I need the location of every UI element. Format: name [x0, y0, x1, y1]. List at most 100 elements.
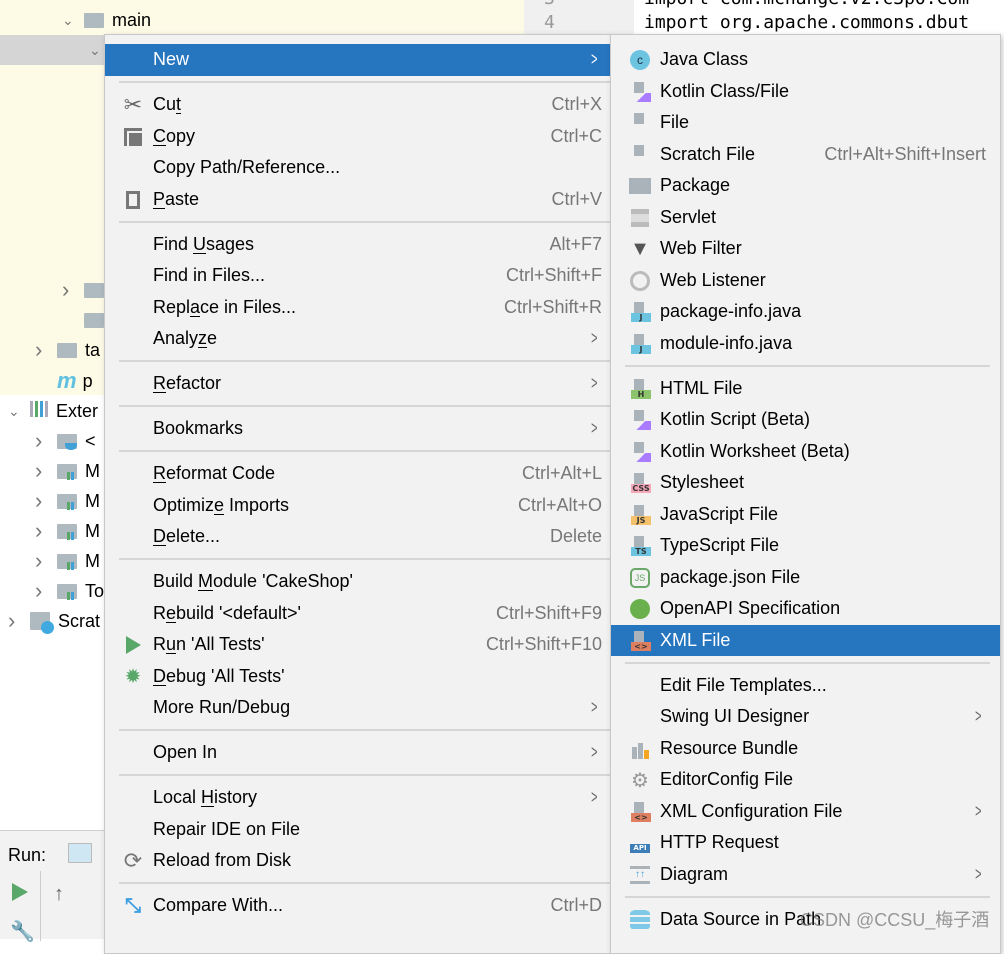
menu-item-bookmarks[interactable]: Bookmarks >: [105, 413, 610, 445]
chevron-right-icon[interactable]: ›: [35, 488, 57, 514]
menu-item-swing-ui-designer[interactable]: Swing UI Designer >: [611, 701, 1000, 733]
menu-item-web-listener[interactable]: Web Listener: [611, 265, 1000, 297]
chevron-right-icon[interactable]: ›: [8, 608, 30, 634]
menu-item-local-history[interactable]: Local History >: [105, 782, 610, 814]
chevron-down-icon[interactable]: ⌄: [8, 403, 30, 420]
chevron-right-icon[interactable]: ›: [35, 578, 57, 604]
menu-item-stylesheet[interactable]: CSS Stylesheet: [611, 467, 1000, 499]
menu-item-package-json-file[interactable]: JS package.json File: [611, 562, 1000, 594]
menu-item-resource-bundle[interactable]: Resource Bundle: [611, 733, 1000, 765]
menu-item-label: JavaScript File: [660, 503, 779, 524]
tree-row-label: To: [85, 580, 105, 601]
tree-row-label: M: [85, 460, 100, 481]
chevron-down-icon[interactable]: ⌄: [62, 12, 84, 29]
menu-item-package[interactable]: Package: [611, 170, 1000, 202]
wrench-icon[interactable]: 🔧: [10, 919, 35, 944]
paste-icon: [121, 188, 145, 212]
tree-row-label: p: [82, 370, 93, 391]
chevron-right-icon[interactable]: ›: [35, 548, 57, 574]
menu-item-delete[interactable]: Delete... Delete: [105, 521, 610, 553]
xml-file-icon: <>: [628, 800, 652, 824]
code-line[interactable]: import com.mchange.v2.c3p0.Com: [644, 0, 969, 9]
tree-row-label: M: [85, 520, 100, 541]
menu-item-editorconfig-file[interactable]: ⚙ EditorConfig File: [611, 764, 1000, 796]
menu-item-build-module-cakeshop[interactable]: Build Module 'CakeShop': [105, 566, 610, 598]
menu-separator: [119, 220, 610, 223]
html-file-icon: H: [628, 377, 652, 401]
menu-item-edit-file-templates[interactable]: Edit File Templates...: [611, 670, 1000, 702]
menu-item-new[interactable]: New >: [105, 44, 610, 76]
layout-icon[interactable]: [68, 843, 92, 863]
menu-item-http-request[interactable]: API HTTP Request: [611, 827, 1000, 859]
menu-item-analyze[interactable]: Analyze >: [105, 323, 610, 355]
menu-item-xml-configuration-file[interactable]: <> XML Configuration File >: [611, 796, 1000, 828]
java-file-icon: J: [628, 332, 652, 356]
menu-item-copy[interactable]: Copy Ctrl+C: [105, 121, 610, 153]
menu-item-reload-from-disk[interactable]: ⟳ Reload from Disk: [105, 845, 610, 877]
tree-row-label: M: [85, 550, 100, 571]
menu-item-refactor[interactable]: Refactor >: [105, 368, 610, 400]
tree-row[interactable]: › ta: [35, 335, 100, 365]
menu-item-compare-with[interactable]: ⤡ Compare With... Ctrl+D: [105, 890, 610, 922]
menu-item-find-in-files[interactable]: Find in Files... Ctrl+Shift+F: [105, 260, 610, 292]
menu-item-label: Optimize Imports: [153, 494, 290, 515]
tree-row[interactable]: › M: [35, 456, 100, 486]
menu-item-xml-file[interactable]: <> XML File: [611, 624, 1000, 656]
menu-item-html-file[interactable]: H HTML File: [611, 373, 1000, 405]
menu-item-javascript-file[interactable]: JS JavaScript File: [611, 499, 1000, 531]
menu-item-file[interactable]: File: [611, 107, 1000, 139]
chevron-right-icon[interactable]: ›: [35, 458, 57, 484]
chevron-right-icon[interactable]: ›: [35, 518, 57, 544]
api-icon: API: [628, 831, 652, 855]
tree-row[interactable]: › M: [35, 516, 100, 546]
menu-item-scratch-file[interactable]: Scratch File Ctrl+Alt+Shift+Insert: [611, 139, 1000, 171]
chevron-right-icon[interactable]: ›: [35, 428, 57, 454]
menu-item-paste[interactable]: Paste Ctrl+V: [105, 184, 610, 216]
menu-item-optimize-imports[interactable]: Optimize Imports Ctrl+Alt+O: [105, 490, 610, 522]
tree-row[interactable]: ⌄ main: [62, 5, 151, 35]
tree-row[interactable]: › <: [35, 426, 96, 456]
run-icon: [121, 633, 145, 657]
menu-item-copy-path-reference[interactable]: Copy Path/Reference...: [105, 152, 610, 184]
menu-item-diagram[interactable]: ↑↑ Diagram >: [611, 859, 1000, 891]
menu-item-module-info-java[interactable]: Jmodule-info.java: [611, 328, 1000, 360]
menu-item-web-filter[interactable]: ▼ Web Filter: [611, 233, 1000, 265]
menu-item-more-run-debug[interactable]: More Run/Debug >: [105, 692, 610, 724]
menu-item-servlet[interactable]: Servlet: [611, 202, 1000, 234]
tree-row[interactable]: › To: [35, 576, 104, 606]
menu-item-openapi-specification[interactable]: OpenAPI Specification: [611, 593, 1000, 625]
tree-row-label: ta: [85, 339, 101, 360]
menu-item-rebuild-default[interactable]: Rebuild '<default>' Ctrl+Shift+F9: [105, 598, 610, 630]
tree-row[interactable]: › Scrat: [8, 606, 100, 636]
menu-item-package-info-java[interactable]: Jpackage-info.java: [611, 296, 1000, 328]
tree-row[interactable]: › M: [35, 486, 100, 516]
code-line[interactable]: import org.apache.commons.dbut: [644, 12, 969, 33]
menu-item-find-usages[interactable]: Find Usages Alt+F7: [105, 229, 610, 261]
chevron-right-icon[interactable]: ›: [62, 277, 84, 303]
menu-item-replace-in-files[interactable]: Replace in Files... Ctrl+Shift+R: [105, 292, 610, 324]
debug-icon: ✹: [124, 666, 142, 688]
arrow-up-icon[interactable]: ↑: [54, 883, 64, 906]
menu-item-java-class[interactable]: c Java Class: [611, 44, 1000, 76]
tree-row[interactable]: › M: [35, 546, 100, 576]
menu-item-label: Analyze: [153, 328, 218, 349]
tree-row[interactable]: mp: [35, 366, 93, 396]
run-icon[interactable]: [12, 883, 28, 901]
menu-item-cut[interactable]: ✂ Cut Ctrl+X: [105, 89, 610, 121]
run-panel: Run: ↑ 🔧: [0, 830, 104, 943]
menu-item-typescript-file[interactable]: TS TypeScript File: [611, 530, 1000, 562]
menu-item-reformat-code[interactable]: Reformat Code Ctrl+Alt+L: [105, 458, 610, 490]
folder-icon: [84, 312, 104, 328]
menu-item-open-in[interactable]: Open In >: [105, 737, 610, 769]
kotlin-file-icon: [628, 80, 652, 104]
menu-separator: [119, 558, 610, 560]
menu-item-kotlin-class-file[interactable]: Kotlin Class/File: [611, 76, 1000, 108]
menu-item-repair-ide-on-file[interactable]: Repair IDE on File: [105, 814, 610, 846]
tree-row[interactable]: ⌄ Exter: [8, 396, 98, 426]
menu-item-debug-all-tests[interactable]: ✹ Debug 'All Tests': [105, 661, 610, 693]
chevron-right-icon[interactable]: ›: [35, 337, 57, 363]
menu-item-kotlin-worksheet-beta[interactable]: Kotlin Worksheet (Beta): [611, 436, 1000, 468]
menu-item-label: module-info.java: [660, 332, 793, 353]
menu-item-kotlin-script-beta[interactable]: Kotlin Script (Beta): [611, 404, 1000, 436]
menu-item-run-all-tests[interactable]: Run 'All Tests' Ctrl+Shift+F10: [105, 629, 610, 661]
